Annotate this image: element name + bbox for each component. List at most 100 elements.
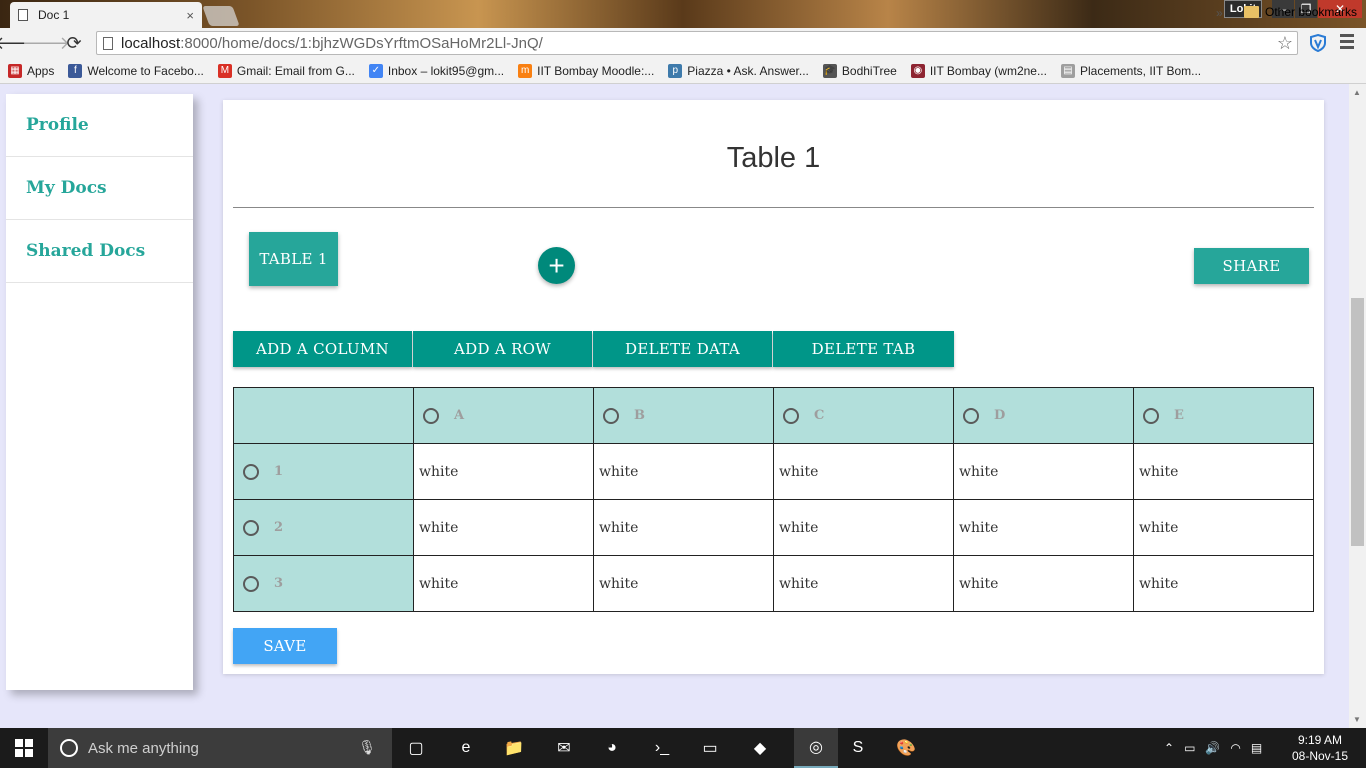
task-view-icon[interactable]: ▢ — [402, 734, 430, 762]
piazza-icon: p — [668, 63, 683, 78]
column-select-radio[interactable] — [1143, 407, 1159, 424]
bookmarks-overflow-icon[interactable]: » — [1216, 6, 1223, 20]
bookmark-item[interactable]: ✓ Inbox – lokit95@gm... — [368, 63, 505, 78]
scrollbar-thumb[interactable] — [1351, 298, 1364, 546]
bookmark-star-icon[interactable]: ☆ — [1277, 33, 1293, 54]
bookmark-label: IIT Bombay (wm2ne... — [929, 63, 1047, 78]
tray-overflow-icon[interactable]: ⌃ — [1164, 741, 1174, 755]
start-button[interactable] — [0, 728, 48, 768]
sidebar-item-my-docs[interactable]: My Docs — [6, 157, 193, 220]
column-select-radio[interactable] — [963, 407, 979, 424]
clock[interactable]: 9:19 AM 08-Nov-15 — [1290, 732, 1350, 764]
other-bookmarks[interactable]: Other bookmarks — [1244, 5, 1357, 19]
row-label: 1 — [274, 464, 284, 479]
bookmark-item[interactable]: p Piazza • Ask. Answer... — [668, 63, 809, 78]
table-cell[interactable]: white — [593, 555, 774, 612]
save-button[interactable]: SAVE — [233, 628, 337, 664]
clock-time: 9:19 AM — [1297, 733, 1343, 747]
title-divider — [233, 207, 1314, 208]
gmail-icon: M — [217, 63, 232, 78]
sidebar-item-shared-docs[interactable]: Shared Docs — [6, 220, 193, 283]
page-icon — [103, 36, 113, 50]
table-cell[interactable]: white — [953, 555, 1134, 612]
column-label: D — [994, 408, 1006, 423]
scroll-down-icon[interactable]: ▼ — [1353, 715, 1361, 724]
column-select-radio[interactable] — [423, 407, 439, 424]
tab-close-icon[interactable]: × — [186, 8, 194, 23]
edge-icon[interactable]: e — [452, 734, 480, 762]
bookmark-item[interactable]: ▦ Apps — [8, 63, 54, 78]
table-cell[interactable]: white — [413, 443, 594, 500]
bookmark-item[interactable]: ▤ Placements, IIT Bom... — [1060, 63, 1202, 78]
table-cell[interactable]: white — [413, 499, 594, 556]
volume-icon[interactable]: 🔊 — [1205, 741, 1220, 755]
add-column-button[interactable]: ADD A COLUMN — [233, 331, 412, 367]
row-select-radio[interactable] — [243, 575, 259, 592]
table-cell[interactable]: white — [1133, 555, 1314, 612]
table-cell[interactable]: white — [773, 499, 954, 556]
table-cell[interactable]: white — [773, 443, 954, 500]
share-button[interactable]: SHARE — [1194, 248, 1309, 284]
table-cell[interactable]: white — [953, 499, 1134, 556]
cortana-search[interactable]: Ask me anything 🎙 — [48, 728, 392, 768]
table-row: 3 white white white white white — [233, 555, 1314, 612]
row-select-radio[interactable] — [243, 519, 259, 536]
bookmark-item[interactable]: m IIT Bombay Moodle:... — [518, 63, 654, 78]
sublime-icon[interactable]: S — [844, 734, 872, 762]
column-select-radio[interactable] — [783, 407, 799, 424]
app-icon[interactable]: ◕ — [598, 734, 626, 762]
bookmark-label: Inbox – lokit95@gm... — [387, 63, 505, 78]
new-tab-button[interactable] — [202, 6, 240, 26]
chrome-menu-icon[interactable] — [1340, 34, 1354, 52]
notifications-icon[interactable]: ▤ — [1251, 741, 1262, 755]
bookmark-label: Placements, IIT Bom... — [1079, 63, 1202, 78]
tab-table-1-button[interactable]: TABLE 1 — [249, 232, 338, 286]
browser-tab[interactable]: Doc 1 × — [10, 2, 202, 28]
microphone-icon[interactable]: 🎙 — [358, 739, 376, 756]
powershell-icon[interactable]: ›_ — [648, 734, 676, 762]
chrome-icon[interactable]: ◎ — [794, 728, 838, 768]
extension-shield-icon[interactable] — [1308, 32, 1328, 54]
folder-icon[interactable]: ◆ — [746, 734, 774, 762]
forward-button[interactable]: 🡒 — [22, 29, 70, 57]
address-bar[interactable]: localhost:8000/home/docs/1:bjhzWGDsYrftm… — [96, 31, 1298, 55]
column-label: E — [1174, 408, 1184, 423]
wifi-icon[interactable]: ◠ — [1230, 741, 1240, 755]
reload-button[interactable]: ⟳ — [60, 29, 88, 57]
file-explorer-icon[interactable]: 📁 — [500, 734, 528, 762]
delete-tab-button[interactable]: DELETE TAB — [773, 331, 954, 367]
scroll-up-icon[interactable]: ▲ — [1353, 88, 1361, 97]
delete-data-button[interactable]: DELETE DATA — [593, 331, 772, 367]
battery-icon[interactable]: ▭ — [1184, 741, 1195, 755]
add-row-button[interactable]: ADD A ROW — [413, 331, 592, 367]
apps-icon: ▦ — [8, 63, 22, 78]
paint-icon[interactable]: 🎨 — [892, 734, 920, 762]
sidebar-item-profile[interactable]: Profile — [6, 94, 193, 157]
column-label: B — [634, 408, 645, 423]
table-cell[interactable]: white — [953, 443, 1134, 500]
row-select-radio[interactable] — [243, 463, 259, 480]
page-title: Table 1 — [726, 142, 821, 174]
table-cell[interactable]: white — [413, 555, 594, 612]
column-header: C — [773, 387, 954, 444]
bookmark-item[interactable]: ◉ IIT Bombay (wm2ne... — [910, 63, 1047, 78]
bookmark-item[interactable]: 🎓 BodhiTree — [822, 63, 897, 78]
table-cell[interactable]: white — [773, 555, 954, 612]
bookmark-item[interactable]: f Welcome to Facebo... — [68, 63, 204, 78]
bookmark-item[interactable]: M Gmail: Email from G... — [217, 63, 355, 78]
table-header-row: A B C D E — [233, 387, 1314, 444]
add-tab-button[interactable]: + — [538, 247, 575, 284]
table-cell[interactable]: white — [593, 443, 774, 500]
table-row: 1 white white white white white — [233, 443, 1314, 500]
column-select-radio[interactable] — [603, 407, 619, 424]
row-label: 3 — [274, 576, 284, 591]
terminal-icon[interactable]: ▭ — [696, 734, 724, 762]
bodhitree-icon: 🎓 — [822, 63, 837, 78]
row-label: 2 — [274, 520, 284, 535]
table-cell[interactable]: white — [1133, 443, 1314, 500]
column-header: B — [593, 387, 774, 444]
table-cell[interactable]: white — [1133, 499, 1314, 556]
mail-icon[interactable]: ✉ — [550, 734, 578, 762]
page-scrollbar[interactable]: ▲ ▼ — [1349, 84, 1366, 728]
table-cell[interactable]: white — [593, 499, 774, 556]
